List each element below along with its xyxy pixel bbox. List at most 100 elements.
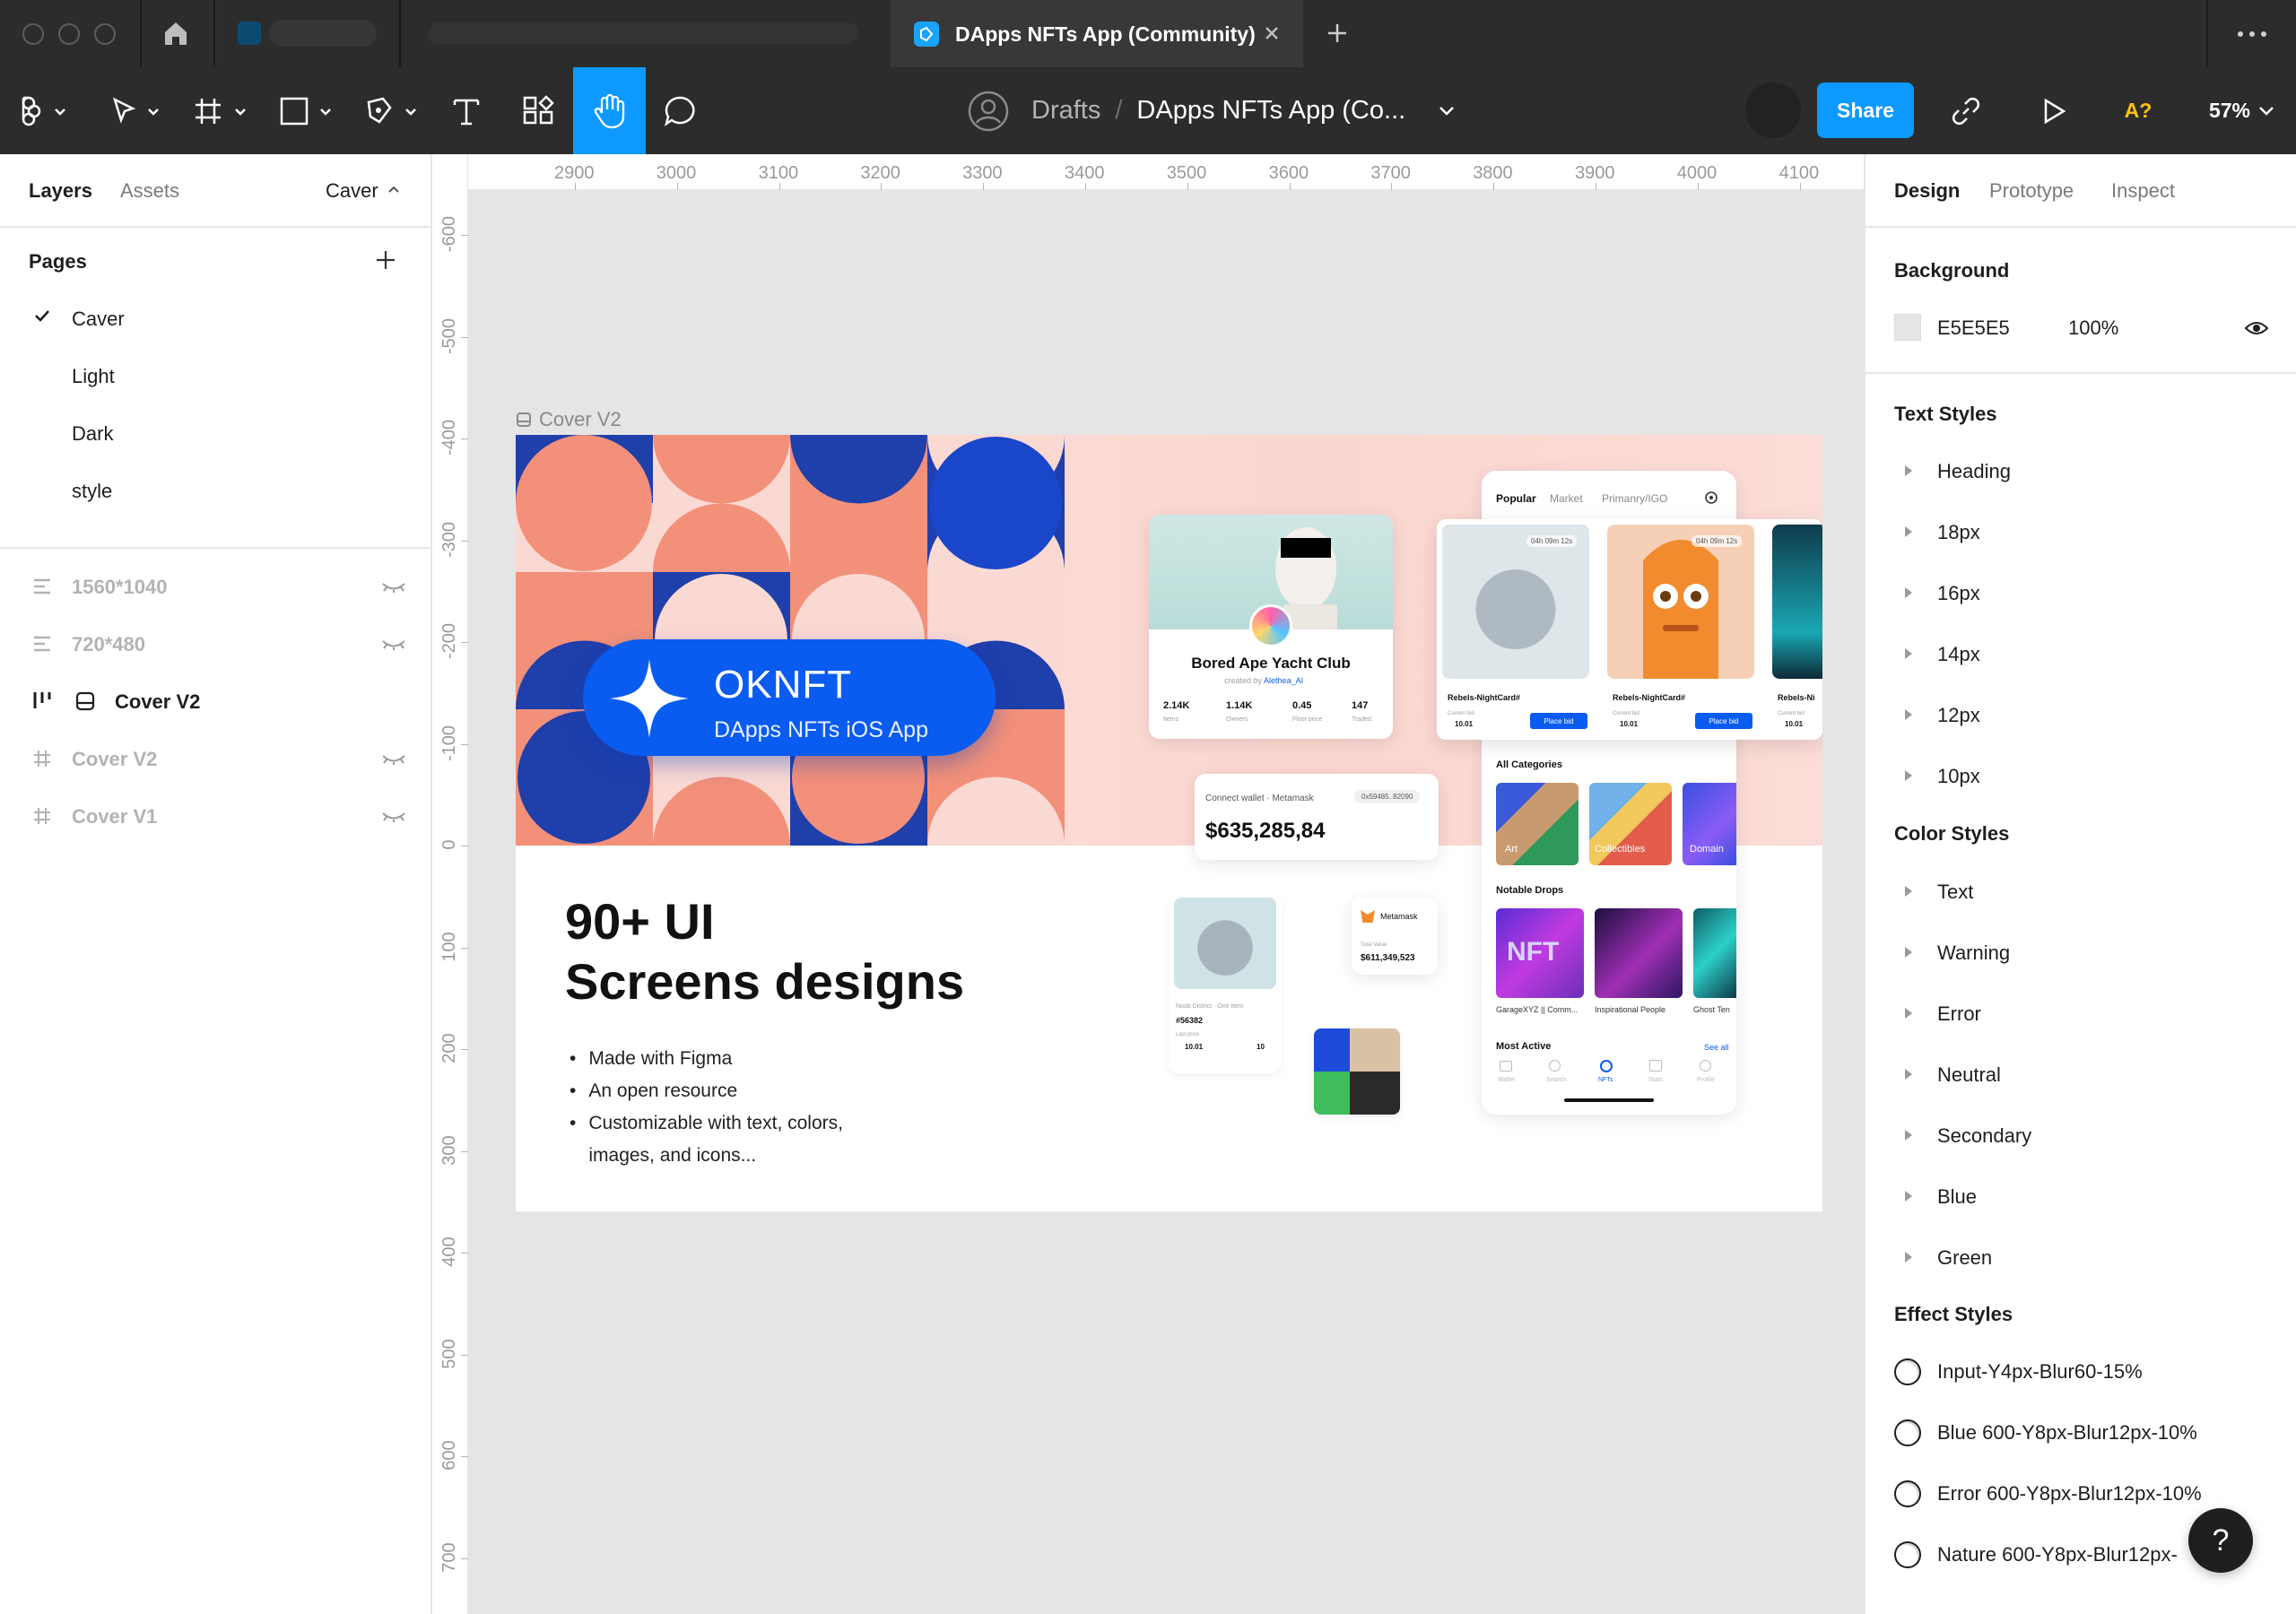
effect-style-row[interactable]: Blue 600-Y8px-Blur12px-10%	[1866, 1409, 2296, 1455]
hidden-eye-icon[interactable]	[381, 638, 406, 651]
color-style-row[interactable]: Error	[1866, 990, 2296, 1037]
file-tab-active[interactable]: DApps NFTs App (Community)	[891, 0, 1303, 67]
text-style-row[interactable]: Heading	[1866, 447, 2296, 494]
design-canvas[interactable]: 2900 3000 3100 3200 3300 3400 3500 3600 3700 3800…	[432, 154, 1864, 1614]
user-avatar-icon[interactable]	[967, 90, 1010, 133]
expand-caret-icon[interactable]	[1905, 526, 1912, 537]
frame-tool-button[interactable]	[193, 67, 251, 154]
headline-line-1: 90+ UI	[565, 893, 715, 950]
notable-tile: NFT	[1496, 908, 1584, 998]
chevron-up-icon[interactable]	[387, 185, 400, 194]
collaborator-avatar[interactable]	[1745, 82, 1801, 138]
expand-caret-icon[interactable]	[1905, 1008, 1912, 1019]
text-style-row[interactable]: 10px	[1866, 752, 2296, 799]
zoom-menu[interactable]: 57%	[2197, 67, 2287, 154]
bottom-nav: Wallet Search NFTs Stats Profile	[1482, 1055, 1736, 1091]
layer-row[interactable]: Cover V1	[0, 789, 430, 843]
ruler-tick-label: -400	[439, 419, 459, 456]
background-opacity[interactable]: 100%	[2068, 317, 2118, 340]
home-icon[interactable]	[161, 20, 190, 47]
page-item-dark[interactable]: Dark	[72, 422, 113, 446]
ruler-tick-label: 3700	[1370, 163, 1411, 183]
page-item-caver[interactable]: Caver	[72, 308, 125, 331]
main-menu-button[interactable]	[16, 67, 70, 154]
expand-caret-icon[interactable]	[1905, 770, 1912, 781]
color-style-row[interactable]: Warning	[1866, 929, 2296, 976]
window-close-control[interactable]	[22, 23, 44, 45]
tab-title-blurred	[428, 22, 858, 44]
text-tool-button[interactable]	[448, 67, 484, 154]
text-style-row[interactable]: 16px	[1866, 569, 2296, 616]
ruler-tick-label: 3200	[860, 163, 900, 183]
background-hex[interactable]: E5E5E5	[1937, 317, 2010, 340]
missing-fonts-button[interactable]: A?	[2117, 67, 2160, 154]
text-style-name: 16px	[1937, 582, 1980, 604]
tab-assets[interactable]: Assets	[120, 179, 179, 203]
copy-link-icon[interactable]	[1946, 67, 1986, 154]
expand-caret-icon[interactable]	[1905, 886, 1912, 897]
visibility-eye-icon[interactable]	[2244, 319, 2269, 337]
file-tab-1[interactable]	[215, 0, 399, 67]
color-style-row[interactable]: Text	[1866, 868, 2296, 915]
layer-row[interactable]: 720*480	[0, 617, 430, 671]
current-page-menu[interactable]: Caver	[326, 179, 378, 203]
expand-caret-icon[interactable]	[1905, 587, 1912, 598]
tab-inspect[interactable]: Inspect	[2111, 179, 2175, 203]
color-style-row[interactable]: Secondary	[1866, 1112, 2296, 1158]
hidden-eye-icon[interactable]	[381, 581, 406, 594]
expand-caret-icon[interactable]	[1905, 465, 1912, 476]
move-tool-button[interactable]	[108, 67, 163, 154]
layer-row[interactable]: 1560*1040	[0, 560, 430, 613]
text-style-row[interactable]: 14px	[1866, 630, 2296, 677]
file-name[interactable]: DApps NFTs App (Co...	[1136, 96, 1405, 126]
hidden-eye-icon[interactable]	[381, 753, 406, 766]
window-zoom-control[interactable]	[94, 23, 116, 45]
collection-name: Bored Ape Yacht Club	[1191, 655, 1351, 672]
breadcrumb-drafts[interactable]: Drafts	[1031, 96, 1100, 126]
new-tab-icon[interactable]	[1326, 22, 1349, 45]
frame-label[interactable]: Cover V2	[516, 408, 622, 431]
market-tab-market: Market	[1550, 492, 1583, 505]
effect-style-row[interactable]: Input-Y4px-Blur60-15%	[1866, 1348, 2296, 1394]
expand-caret-icon[interactable]	[1905, 709, 1912, 720]
page-item-light[interactable]: Light	[72, 365, 115, 388]
hand-tool-button[interactable]	[573, 67, 646, 154]
page-item-style[interactable]: style	[72, 480, 112, 503]
tab-prototype[interactable]: Prototype	[1989, 179, 2074, 203]
background-swatch[interactable]	[1894, 314, 1921, 341]
layer-row[interactable]: Cover V2	[0, 674, 430, 728]
more-options-icon[interactable]	[2237, 30, 2267, 38]
expand-caret-icon[interactable]	[1905, 648, 1912, 659]
share-button[interactable]: Share	[1817, 82, 1914, 138]
color-style-row[interactable]: Neutral	[1866, 1051, 2296, 1098]
expand-caret-icon[interactable]	[1905, 1191, 1912, 1202]
expand-caret-icon[interactable]	[1905, 1252, 1912, 1263]
color-style-row[interactable]: Blue	[1866, 1173, 2296, 1219]
expand-caret-icon[interactable]	[1905, 1130, 1912, 1141]
pen-tool-button[interactable]	[363, 67, 422, 154]
close-tab-icon[interactable]	[1262, 23, 1282, 43]
add-page-icon[interactable]	[375, 249, 396, 271]
nav-icon	[1500, 1061, 1512, 1072]
text-style-row[interactable]: 18px	[1866, 508, 2296, 555]
cover-frame[interactable]: OKNFT DApps NFTs iOS App 90+ UI Screens …	[516, 435, 1822, 1211]
expand-caret-icon[interactable]	[1905, 1069, 1912, 1080]
layer-row[interactable]: Cover V2	[0, 732, 430, 785]
tab-layers[interactable]: Layers	[29, 179, 92, 203]
hidden-eye-icon[interactable]	[381, 811, 406, 823]
present-play-icon[interactable]	[2036, 67, 2072, 154]
help-button[interactable]: ?	[2188, 1508, 2253, 1573]
tab-design[interactable]: Design	[1894, 179, 1960, 203]
color-style-row[interactable]: Green	[1866, 1234, 2296, 1280]
metamask-fox-icon	[1361, 910, 1375, 923]
file-tab-2[interactable]	[401, 0, 890, 67]
window-minimize-control[interactable]	[58, 23, 80, 45]
comment-tool-button[interactable]	[662, 67, 698, 154]
shape-tool-button[interactable]	[278, 67, 336, 154]
file-menu-chevron-icon[interactable]	[1438, 105, 1456, 117]
resources-tool-button[interactable]	[520, 67, 556, 154]
expand-caret-icon[interactable]	[1905, 947, 1912, 958]
text-style-row[interactable]: 12px	[1866, 691, 2296, 738]
color-styles-title: Color Styles	[1894, 822, 2010, 845]
color-style-name: Green	[1937, 1246, 1993, 1269]
